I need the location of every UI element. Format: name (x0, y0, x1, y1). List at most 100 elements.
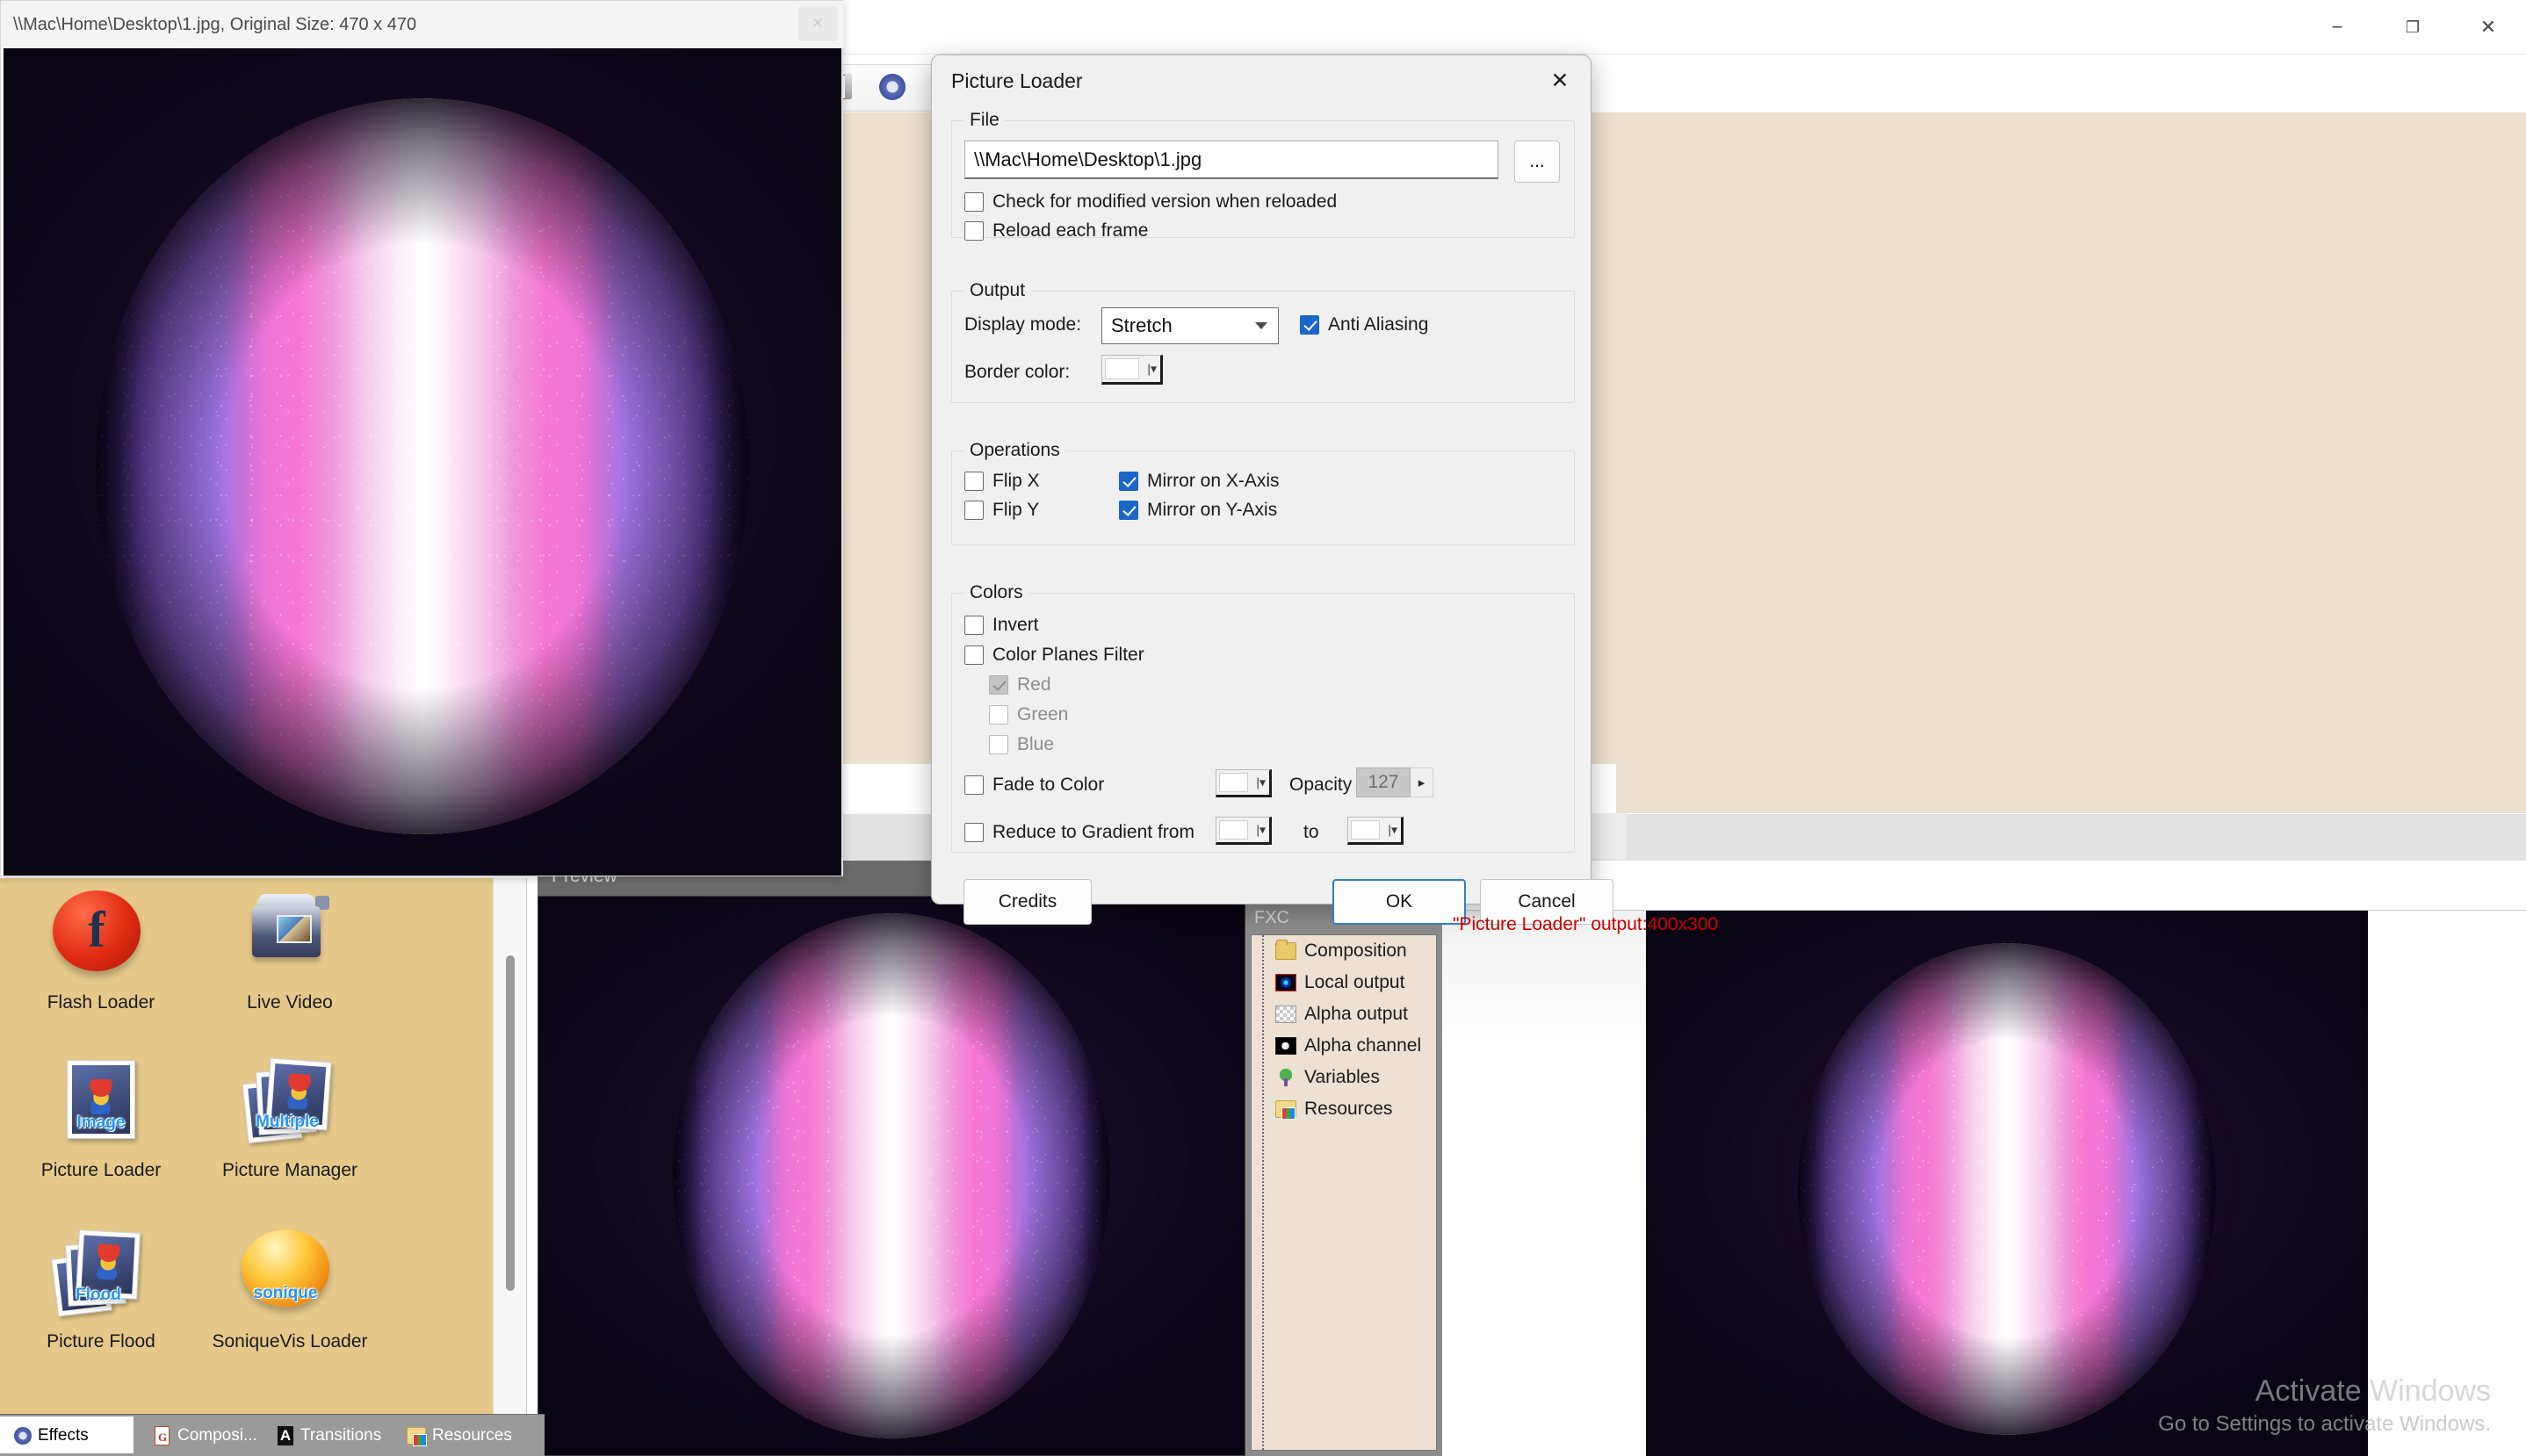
flip-x-checkbox[interactable] (964, 472, 984, 491)
tab-effects[interactable]: Effects (0, 1416, 134, 1453)
blue-plane-label: Blue (1017, 734, 1055, 754)
maximize-button[interactable]: ❐ (2375, 0, 2450, 54)
reduce-gradient-row[interactable]: Reduce to Gradient from (964, 822, 1194, 843)
tree-item-composition[interactable]: Composition (1252, 935, 1436, 967)
close-icon: ✕ (2479, 16, 2497, 38)
check-modified-row[interactable]: Check for modified version when reloaded (964, 191, 1337, 213)
dialog-titlebar[interactable]: Picture Loader ✕ (932, 55, 1591, 106)
tree-item-alpha-channel[interactable]: Alpha channel (1252, 1030, 1436, 1062)
credits-button[interactable]: Credits (963, 879, 1092, 925)
transitions-icon: A (274, 1425, 295, 1446)
tree-item-label: Local output (1304, 972, 1405, 992)
colors-group: Colors Invert Color Planes Filter Red Gr… (951, 582, 1575, 853)
tree-item-label: Alpha channel (1304, 1035, 1422, 1056)
invert-checkbox[interactable] (964, 616, 984, 635)
tab-compositions[interactable]: Composi... (141, 1417, 268, 1454)
image-viewer-titlebar[interactable]: \\Mac\Home\Desktop\1.jpg, Original Size:… (1, 1, 844, 48)
browse-button[interactable]: ... (1514, 141, 1560, 183)
mirror-y-row[interactable]: Mirror on Y-Axis (1119, 500, 1277, 521)
palette-item-picture-loader[interactable]: Image Picture Loader (0, 1058, 202, 1181)
reload-frame-checkbox[interactable] (964, 221, 984, 241)
gradient-to-swatch (1351, 820, 1380, 840)
dialog-close-button[interactable]: ✕ (1541, 64, 1578, 97)
mirror-x-row[interactable]: Mirror on X-Axis (1119, 471, 1280, 492)
tab-resources[interactable]: Resources (395, 1417, 523, 1454)
palette-scrollbar-thumb[interactable] (506, 955, 515, 1291)
green-plane-row[interactable]: Green (989, 704, 1068, 725)
anti-aliasing-row[interactable]: Anti Aliasing (1300, 314, 1428, 335)
palette-item-picture-flood[interactable]: Flood Picture Flood (0, 1229, 202, 1352)
close-icon: ✕ (811, 15, 825, 32)
flip-x-row[interactable]: Flip X (964, 471, 1040, 492)
fxc-tree[interactable]: Composition Local output Alpha output Al… (1251, 934, 1437, 1451)
gradient-to-picker[interactable]: |▾ (1347, 817, 1404, 845)
blue-plane-checkbox[interactable] (989, 735, 1008, 754)
fade-to-color-label: Fade to Color (992, 775, 1105, 795)
palette-scrollbar[interactable] (493, 878, 526, 1414)
palette-item-label: Live Video (247, 992, 333, 1013)
blue-plane-row[interactable]: Blue (989, 734, 1054, 755)
chevron-down-icon: |▾ (1147, 361, 1157, 376)
display-mode-select[interactable]: Stretch (1101, 307, 1279, 344)
flip-x-label: Flip X (992, 471, 1040, 491)
palette-item-picture-manager[interactable]: Multiple Picture Manager (189, 1057, 391, 1181)
palette-scroll-area[interactable]: f Flash Loader Live Video Image Picture … (0, 878, 494, 1414)
flip-y-checkbox[interactable] (964, 501, 984, 520)
mirror-x-checkbox[interactable] (1119, 472, 1138, 491)
close-button[interactable]: ✕ (2450, 0, 2526, 54)
image-viewer-title: \\Mac\Home\Desktop\1.jpg, Original Size:… (13, 14, 417, 34)
gradient-to-label: to (1303, 822, 1319, 842)
output-canvas[interactable] (1646, 911, 2368, 1456)
flip-y-row[interactable]: Flip Y (964, 500, 1039, 521)
tree-item-alpha-output[interactable]: Alpha output (1252, 998, 1436, 1030)
red-plane-row[interactable]: Red (989, 674, 1051, 696)
red-plane-checkbox[interactable] (989, 675, 1008, 695)
sonique-vis-loader-icon: sonique (242, 1229, 338, 1326)
color-planes-row[interactable]: Color Planes Filter (964, 645, 1144, 666)
preview-canvas[interactable] (538, 896, 1245, 1456)
border-color-picker[interactable]: |▾ (1101, 355, 1163, 385)
dialog-title: Picture Loader (951, 69, 1083, 92)
opacity-value[interactable]: 127 (1356, 768, 1411, 797)
invert-row[interactable]: Invert (964, 615, 1039, 636)
mirror-y-checkbox[interactable] (1119, 501, 1138, 520)
tree-item-local-output[interactable]: Local output (1252, 967, 1436, 998)
opacity-stepper[interactable]: 127 ▸ (1356, 768, 1433, 797)
file-path-input[interactable]: \\Mac\Home\Desktop\1.jpg (964, 141, 1498, 179)
image-viewer-close-button[interactable]: ✕ (798, 6, 837, 41)
palette-item-soniquevis-loader[interactable]: sonique SoniqueVis Loader (189, 1229, 391, 1352)
image-viewer-canvas[interactable] (4, 48, 841, 876)
palette-item-live-video[interactable]: Live Video (189, 890, 391, 1013)
gear-icon[interactable] (875, 69, 912, 106)
reduce-gradient-checkbox[interactable] (964, 823, 984, 842)
tree-item-resources[interactable]: Resources (1252, 1093, 1436, 1125)
browse-button-label: ... (1529, 151, 1545, 171)
tab-transitions[interactable]: A Transitions (263, 1417, 392, 1454)
preview-pane: Preview (538, 861, 1245, 1456)
tree-item-variables[interactable]: Variables (1252, 1062, 1436, 1093)
minimize-button[interactable]: − (2299, 0, 2375, 54)
palette-item-flash-loader[interactable]: f Flash Loader (0, 890, 202, 1013)
fade-color-picker[interactable]: |▾ (1216, 769, 1272, 797)
anti-aliasing-checkbox[interactable] (1300, 315, 1319, 335)
operations-group: Operations Flip X Flip Y Mirror on X-Axi… (951, 440, 1575, 545)
anti-aliasing-label: Anti Aliasing (1328, 314, 1429, 335)
mirror-x-label: Mirror on X-Axis (1147, 471, 1280, 491)
green-plane-checkbox[interactable] (989, 705, 1008, 724)
check-modified-checkbox[interactable] (964, 192, 984, 212)
gradient-from-picker[interactable]: |▾ (1216, 817, 1272, 845)
effects-icon (11, 1425, 32, 1446)
fade-to-color-checkbox[interactable] (964, 775, 984, 795)
output-group: Output Display mode: Stretch Anti Aliasi… (951, 280, 1575, 403)
tab-label: Transitions (300, 1426, 382, 1445)
mirror-y-label: Mirror on Y-Axis (1147, 500, 1278, 520)
color-planes-checkbox[interactable] (964, 645, 984, 665)
display-mode-value: Stretch (1111, 314, 1173, 336)
minimize-icon: − (2331, 16, 2343, 38)
reload-frame-row[interactable]: Reload each frame (964, 220, 1148, 241)
flip-y-label: Flip Y (992, 500, 1040, 520)
opacity-increment-arrow[interactable]: ▸ (1411, 768, 1433, 797)
fade-to-color-row[interactable]: Fade to Color (964, 775, 1104, 796)
ok-button[interactable]: OK (1332, 879, 1466, 925)
palette-item-label: Picture Manager (221, 1160, 358, 1180)
